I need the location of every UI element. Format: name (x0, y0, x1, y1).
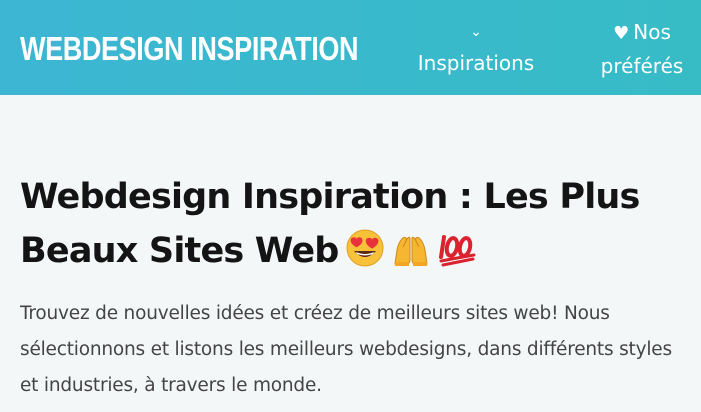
page-description: Trouvez de nouvelles idées et créez de m… (20, 303, 672, 396)
hundred-points-emoji (438, 235, 476, 267)
heart-icon: ♥ (613, 23, 630, 44)
nav-inspirations[interactable]: ⌄ Inspirations (412, 17, 540, 80)
site-logo[interactable]: WEBDESIGN INSPIRATION (20, 30, 359, 68)
page-title-text: Webdesign Inspiration : Les Plus Beaux S… (20, 177, 640, 271)
nav-favorites[interactable]: ♥ Nos préférés (592, 16, 692, 83)
raised-hands-emoji (393, 236, 428, 266)
page-title: Webdesign Inspiration : Les Plus Beaux S… (20, 170, 690, 278)
heart-eyes-emoji (346, 229, 384, 267)
nav-inspirations-label: Inspirations (417, 51, 535, 75)
site-header: WEBDESIGN INSPIRATION ⌄ Inspirations ♥ No… (0, 0, 701, 95)
chevron-down-icon: ⌄ (470, 24, 482, 40)
